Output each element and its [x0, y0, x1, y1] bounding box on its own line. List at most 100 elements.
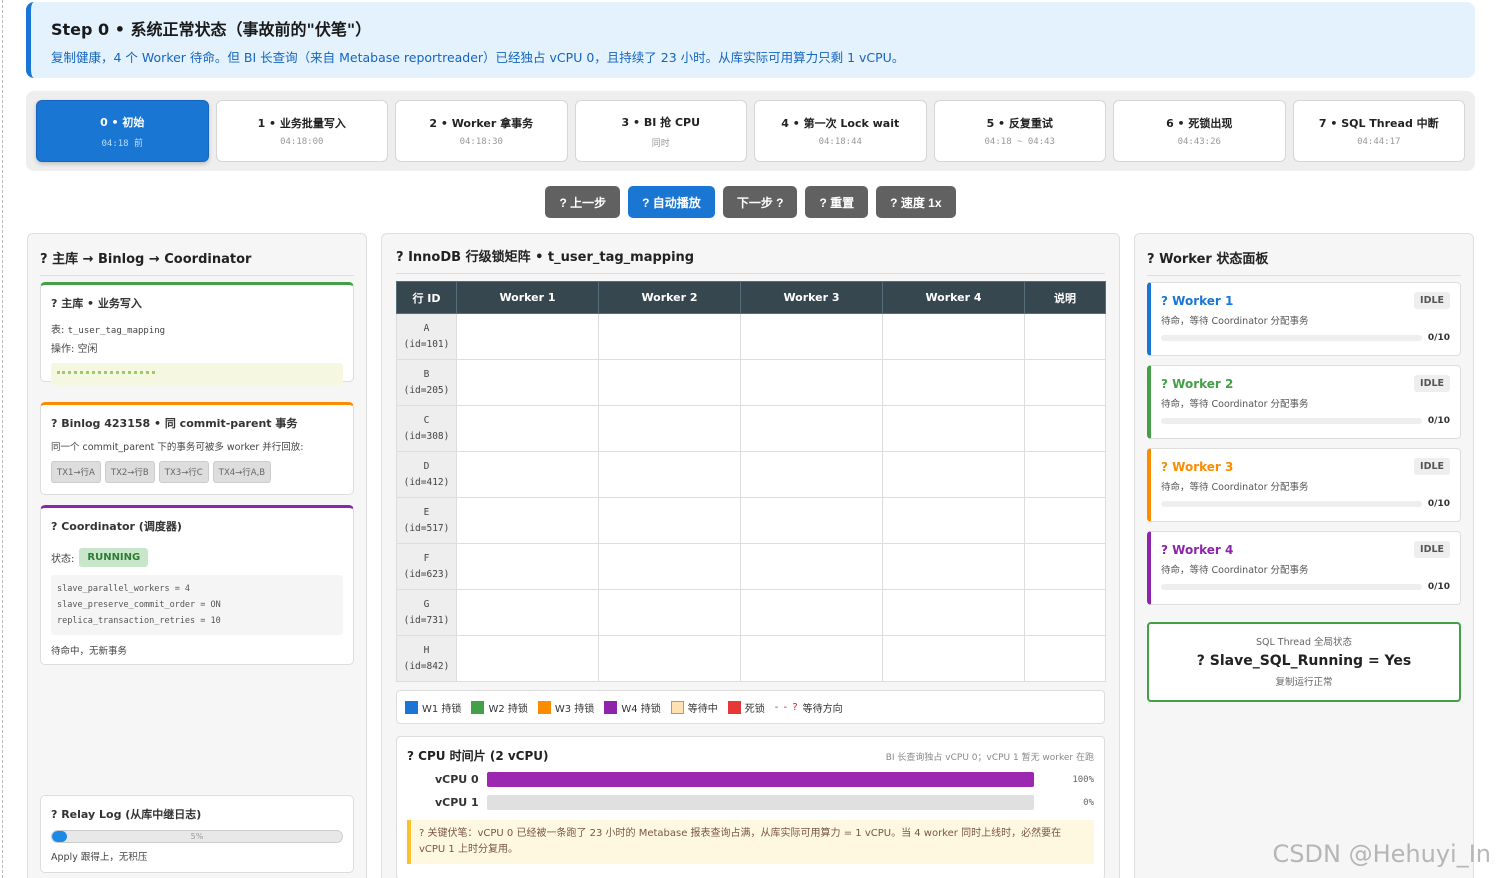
- lock-cell-worker-4: [882, 543, 1025, 590]
- lock-legend: W1 持锁 W2 持锁 W3 持锁 W4 持锁 等待中 死锁 - - ? 等待方向: [396, 690, 1105, 724]
- cpu-label: vCPU 0: [434, 773, 479, 786]
- step-tab-3[interactable]: 3 • BI 抢 CPU 同时: [574, 100, 747, 162]
- lock-cell-worker-3: [740, 589, 883, 636]
- tx-chip: TX4→行A,B: [212, 461, 272, 483]
- step-tab-7[interactable]: 7 • SQL Thread 中断 04:44:17: [1292, 100, 1465, 162]
- lock-cell-worker-2: [598, 497, 741, 544]
- table-name: t_user_tag_mapping: [67, 326, 166, 336]
- lock-note-cell: [1024, 359, 1106, 406]
- step-tab-label: 5 • 反复重试: [986, 117, 1053, 130]
- worker-progress-row: 0/10: [1161, 333, 1450, 343]
- worker-card-header: ? Worker 1 IDLE: [1161, 292, 1450, 309]
- step-tab-6[interactable]: 6 • 死锁出现 04:43:26: [1113, 100, 1286, 162]
- row-id-cell: B (id=205): [396, 359, 457, 406]
- binlog-tx-chips: TX1→行A TX2→行B TX3→行C TX4→行A,B: [51, 461, 343, 483]
- lock-cell-worker-1: [456, 405, 599, 452]
- step-description: 复制健康，4 个 Worker 待命。但 BI 长查询（来自 Metabase …: [51, 50, 905, 65]
- master-binlog-panel: ? 主库 → Binlog → Coordinator ? 主库 • 业务写入 …: [27, 233, 367, 878]
- tx-chip: TX3→行C: [158, 461, 209, 483]
- row-pk: (id=731): [403, 614, 450, 626]
- worker-progress-row: 0/10: [1161, 499, 1450, 509]
- master-op-line: 操作: 空闲: [51, 340, 343, 355]
- column-header: 行 ID: [396, 281, 457, 314]
- lock-cell-worker-1: [456, 451, 599, 498]
- lock-cell-worker-2: [598, 405, 741, 452]
- cpu-warning-callout: ? 关键伏笔：vCPU 0 已经被一条跑了 23 小时的 Metabase 报表…: [407, 820, 1094, 864]
- lock-row: B (id=205): [396, 359, 1106, 406]
- sql-thread-caption: SQL Thread 全局状态: [1255, 637, 1353, 648]
- tx-chip: TX2→行B: [104, 461, 155, 483]
- step-tab-0[interactable]: 0 • 初始 04:18 前: [36, 100, 209, 162]
- worker-desc: 待命，等待 Coordinator 分配事务: [1161, 482, 1309, 493]
- playback-controls: ? 上一步 ? 自动播放 下一步 ? ? 重置 ? 速度 1x: [0, 186, 1497, 218]
- legend-label: 死锁: [744, 703, 765, 715]
- table-label: 表:: [51, 325, 65, 336]
- reset-button[interactable]: ? 重置: [805, 186, 869, 218]
- step-tab-time: 04:18:44: [818, 137, 862, 147]
- step-tab-5[interactable]: 5 • 反复重试 04:18 ~ 04:43: [933, 100, 1106, 162]
- lock-cell-worker-4: [882, 405, 1025, 452]
- legend-swatch: [471, 700, 485, 714]
- step-tab-time: 04:18 前: [101, 138, 143, 149]
- autoplay-button[interactable]: ? 自动播放: [628, 186, 715, 218]
- coordinator-card-title: ? Coordinator (调度器): [51, 520, 182, 533]
- worker-card-header: ? Worker 4 IDLE: [1161, 541, 1450, 558]
- master-table-line: 表: t_user_tag_mapping: [51, 321, 343, 336]
- lock-row: D (id=412): [396, 451, 1106, 498]
- step-tab-time: 同时: [651, 138, 670, 149]
- prev-step-button[interactable]: ? 上一步: [545, 186, 621, 218]
- lock-matrix-body: A (id=101) B (id=205) C (id=308) D (id=412) E (id…: [396, 313, 1106, 682]
- row-id-cell: C (id=308): [396, 405, 457, 452]
- tx-chip: TX1→行A: [51, 461, 101, 483]
- panel-title-workers: ? Worker 状态面板: [1147, 248, 1461, 276]
- relay-log-note: Apply 跟得上，无积压: [51, 852, 148, 863]
- step-tab-2[interactable]: 2 • Worker 拿事务 04:18:30: [395, 100, 568, 162]
- step-tab-4[interactable]: 4 • 第一次 Lock wait 04:18:44: [754, 100, 927, 162]
- step-tab-label: 1 • 业务批量写入: [257, 117, 346, 130]
- row-id-cell: H (id=842): [396, 635, 457, 682]
- worker-progress-bar: [1161, 335, 1422, 341]
- lock-cell-worker-3: [740, 405, 883, 452]
- coordinator-card: ? Coordinator (调度器) 状态: RUNNING slave_pa…: [40, 505, 354, 665]
- coordinator-note: 待命中，无新事务: [51, 646, 128, 657]
- sql-thread-running: ? Slave_SQL_Running = Yes: [1196, 653, 1412, 669]
- binlog-card-title: ? Binlog 423158 • 同 commit-parent 事务: [51, 417, 298, 430]
- row-pk: (id=623): [403, 568, 450, 580]
- op-label: 操作:: [51, 344, 75, 355]
- worker-retry-count: 0/10: [1427, 582, 1450, 592]
- column-header: Worker 2: [598, 281, 741, 314]
- cpu-note: BI 长查询独占 vCPU 0；vCPU 1 暂无 worker 在跑: [885, 753, 1094, 763]
- sql-thread-status-box: SQL Thread 全局状态 ? Slave_SQL_Running = Ye…: [1147, 622, 1461, 702]
- next-step-button[interactable]: 下一步 ?: [722, 186, 798, 218]
- lock-cell-worker-4: [882, 635, 1025, 682]
- cpu-usage-bar: [486, 795, 1035, 810]
- lock-cell-worker-1: [456, 635, 599, 682]
- row-id: B: [423, 368, 430, 380]
- idle-dots: [57, 371, 155, 375]
- panel-title-lock-matrix: ? InnoDB 行级锁矩阵 • t_user_tag_mapping: [396, 246, 1105, 274]
- row-pk: (id=205): [403, 384, 450, 396]
- legend-swatch: [604, 700, 618, 714]
- step-tab-1[interactable]: 1 • 业务批量写入 04:18:00: [215, 100, 388, 162]
- row-id: F: [423, 552, 430, 564]
- step-timeline: 0 • 初始 04:18 前 1 • 业务批量写入 04:18:00 2 • Worke…: [26, 91, 1475, 171]
- row-id-cell: F (id=623): [396, 543, 457, 590]
- row-id-cell: A (id=101): [396, 313, 457, 360]
- cpu-percent: 100%: [1072, 774, 1094, 785]
- row-pk: (id=842): [403, 660, 450, 672]
- worker-name: ? Worker 3: [1161, 459, 1234, 474]
- cpu-title: ? CPU 时间片 (2 vCPU): [407, 749, 549, 763]
- column-header: 说明: [1024, 281, 1106, 314]
- sql-thread-sub: 复制运行正常: [1275, 677, 1333, 688]
- legend-label: W4 持锁: [621, 703, 661, 715]
- legend-swatch: [670, 700, 684, 714]
- row-id-cell: E (id=517): [396, 497, 457, 544]
- legend-item: 等待中: [670, 700, 718, 715]
- config-line: slave_parallel_workers = 4: [57, 584, 191, 594]
- legend-label: W1 持锁: [422, 703, 462, 715]
- row-id: H: [423, 644, 430, 656]
- legend-swatch: [727, 700, 741, 714]
- lock-cell-worker-4: [882, 359, 1025, 406]
- speed-button[interactable]: ? 速度 1x: [876, 186, 956, 218]
- legend-label: 等待方向: [802, 703, 843, 715]
